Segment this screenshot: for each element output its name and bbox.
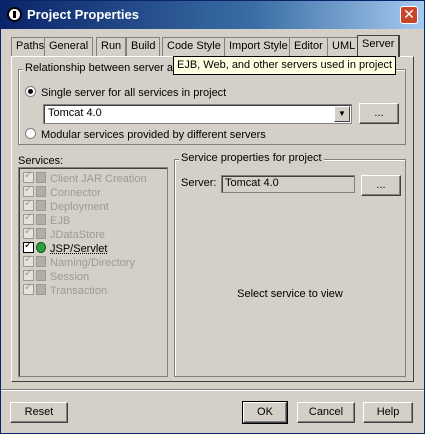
service-client-jar: Client JAR Creation — [23, 170, 147, 186]
services-label: Services: — [18, 155, 64, 167]
button-separator — [1, 389, 424, 391]
service-connector: Connector — [23, 184, 101, 200]
checkbox — [23, 282, 34, 295]
window-title: Project Properties — [27, 7, 139, 22]
service-properties-legend: Service properties for project — [179, 152, 324, 164]
service-label: JDataStore — [50, 229, 106, 241]
single-server-radio[interactable] — [25, 86, 36, 97]
tab-uml[interactable]: UML — [327, 37, 361, 56]
service-jsp-servlet[interactable]: JSP/Servlet — [23, 240, 108, 256]
transaction-icon — [36, 284, 46, 295]
server-tab-panel: Relationship between server an Single se… — [11, 56, 414, 382]
cancel-button[interactable]: Cancel — [297, 402, 355, 423]
select-service-hint: Select service to view — [237, 288, 343, 300]
relationship-legend: Relationship between server an — [23, 62, 182, 74]
title-bar: Project Properties ✕ — [1, 1, 424, 29]
single-server-option[interactable]: Single server for all services in projec… — [25, 86, 226, 99]
service-naming-directory: Naming/Directory — [23, 254, 135, 270]
services-list: Client JAR Creation Connector Deployment… — [18, 167, 168, 377]
tab-general[interactable]: General — [44, 37, 94, 56]
tab-code-style[interactable]: Code Style — [162, 37, 226, 56]
service-label: EJB — [50, 215, 71, 227]
ok-button[interactable]: OK — [242, 401, 288, 424]
service-label: Transaction — [50, 285, 108, 297]
service-jdatastore: JDataStore — [23, 226, 106, 242]
service-browse-button[interactable]: ... — [361, 175, 401, 196]
tab-editor[interactable]: Editor — [289, 37, 328, 56]
server-select-value: Tomcat 4.0 — [48, 107, 102, 119]
service-properties-group: Service properties for project Server: T… — [174, 152, 406, 377]
ejb-icon — [36, 214, 46, 225]
modular-services-label: Modular services provided by different s… — [41, 129, 266, 141]
tab-run[interactable]: Run — [96, 37, 127, 56]
close-button[interactable]: ✕ — [400, 6, 418, 24]
service-session: Session — [23, 268, 90, 284]
single-server-label: Single server for all services in projec… — [41, 87, 227, 99]
service-deployment: Deployment — [23, 198, 109, 214]
jdatastore-icon — [36, 228, 46, 239]
checkbox — [23, 226, 34, 239]
naming-directory-icon — [36, 256, 46, 267]
server-browse-button[interactable]: ... — [359, 103, 399, 124]
tab-build[interactable]: Build — [126, 37, 161, 56]
checkbox[interactable] — [23, 240, 34, 253]
chevron-down-icon[interactable]: ▼ — [334, 106, 350, 122]
checkbox — [23, 212, 34, 225]
modular-services-radio[interactable] — [25, 128, 36, 139]
checkbox — [23, 268, 34, 281]
server-select[interactable]: Tomcat 4.0 ▼ — [43, 104, 352, 124]
service-label: Naming/Directory — [50, 257, 135, 269]
service-label: Session — [50, 271, 90, 283]
service-server-field: Tomcat 4.0 — [221, 175, 355, 193]
relationship-group: Relationship between server an Single se… — [18, 62, 406, 145]
service-server-value: Tomcat 4.0 — [225, 177, 279, 189]
service-label: Connector — [50, 187, 101, 199]
project-properties-dialog: Project Properties ✕ Paths General Run B… — [0, 0, 425, 434]
checkbox — [23, 254, 34, 267]
modular-services-option[interactable]: Modular services provided by different s… — [25, 128, 266, 141]
tab-server[interactable]: Server — [357, 35, 401, 57]
session-icon — [36, 270, 46, 281]
deployment-icon — [36, 200, 46, 211]
reset-button[interactable]: Reset — [10, 402, 68, 423]
service-label: JSP/Servlet — [50, 243, 108, 255]
client-jar-icon — [36, 172, 46, 183]
service-label: Deployment — [50, 201, 109, 213]
server-label: Server: — [181, 177, 217, 189]
checkbox — [23, 184, 34, 197]
service-label: Client JAR Creation — [50, 173, 147, 185]
connector-icon — [36, 186, 46, 197]
tab-import-style[interactable]: Import Style — [224, 37, 293, 56]
help-button[interactable]: Help — [363, 402, 413, 423]
checkbox — [23, 170, 34, 183]
service-transaction: Transaction — [23, 282, 108, 298]
tab-tooltip: EJB, Web, and other servers used in proj… — [173, 56, 397, 75]
jsp-servlet-icon — [36, 242, 46, 253]
checkbox — [23, 198, 34, 211]
close-icon: ✕ — [403, 6, 415, 22]
app-icon — [7, 7, 22, 22]
